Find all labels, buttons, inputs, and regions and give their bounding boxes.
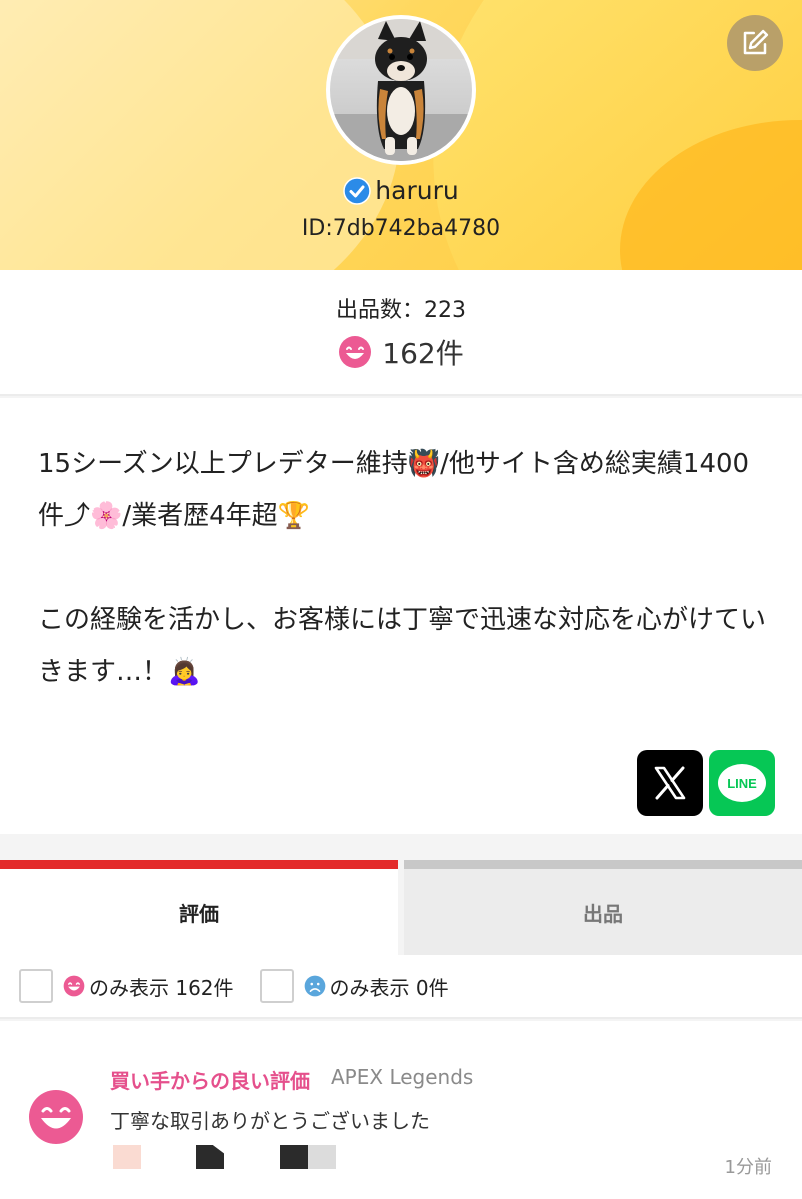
filter-positive-label: のみ表示 162件 [89,975,234,1000]
redacted-block [308,1145,336,1169]
profile-bio: 15シーズン以上プレデター維持👹/他サイト含め総実績1400件⤴︎🌸/業者歴4年… [0,398,802,834]
sad-face-icon [304,975,325,997]
rating-count: 162件 [382,337,464,370]
review-filters: のみ表示 162件 のみ表示 0件 [0,955,802,1019]
tab-reviews[interactable]: 評価 [0,860,398,955]
share-line-button[interactable]: LINE [709,750,775,816]
filter-positive[interactable]: のみ表示 162件 [19,969,234,1003]
review-game: APEX Legends [331,1065,474,1089]
filter-positive-checkbox[interactable] [19,969,53,1003]
redacted-block [196,1145,224,1169]
redacted-block [113,1145,141,1169]
x-logo-icon [654,766,686,800]
review-body: 丁寧な取引ありがとうございました [110,1109,430,1133]
happy-face-icon [29,1090,83,1144]
edit-profile-button[interactable] [727,15,783,71]
avatar[interactable] [326,15,476,165]
edit-icon [743,29,769,55]
share-x-button[interactable] [637,750,703,816]
happy-face-icon [339,336,372,368]
tab-bar: 評価 出品 [0,860,802,955]
filter-negative[interactable]: のみ表示 0件 [259,969,449,1003]
line-icon: LINE [718,764,766,802]
review-timestamp: 1分前 [724,1157,772,1178]
username-row: haruru [0,176,802,205]
username: haruru [375,176,459,205]
listing-count: 出品数：223 [336,298,466,323]
redacted-block [280,1145,308,1169]
rating-summary: 162件 [0,332,802,372]
review-item[interactable]: 買い手からの良い評価 APEX Legends 丁寧な取引ありがとうございました… [0,1021,802,1199]
bio-text: 15シーズン以上プレデター維持👹/他サイト含め総実績1400件⤴︎🌸/業者歴4年… [38,449,767,687]
tab-listings[interactable]: 出品 [404,860,802,955]
filter-negative-checkbox[interactable] [259,969,294,1003]
profile-stats: 出品数：223 162件 [0,270,802,396]
verified-badge-icon [343,176,372,205]
profile-header: haruru ID:7db742ba4780 [0,0,802,270]
user-id: ID:7db742ba4780 [301,216,501,241]
filter-negative-label: のみ表示 0件 [329,975,449,1000]
review-title: 買い手からの良い評価 [110,1069,310,1093]
avatar-photo [330,19,472,161]
happy-face-icon [63,975,85,997]
